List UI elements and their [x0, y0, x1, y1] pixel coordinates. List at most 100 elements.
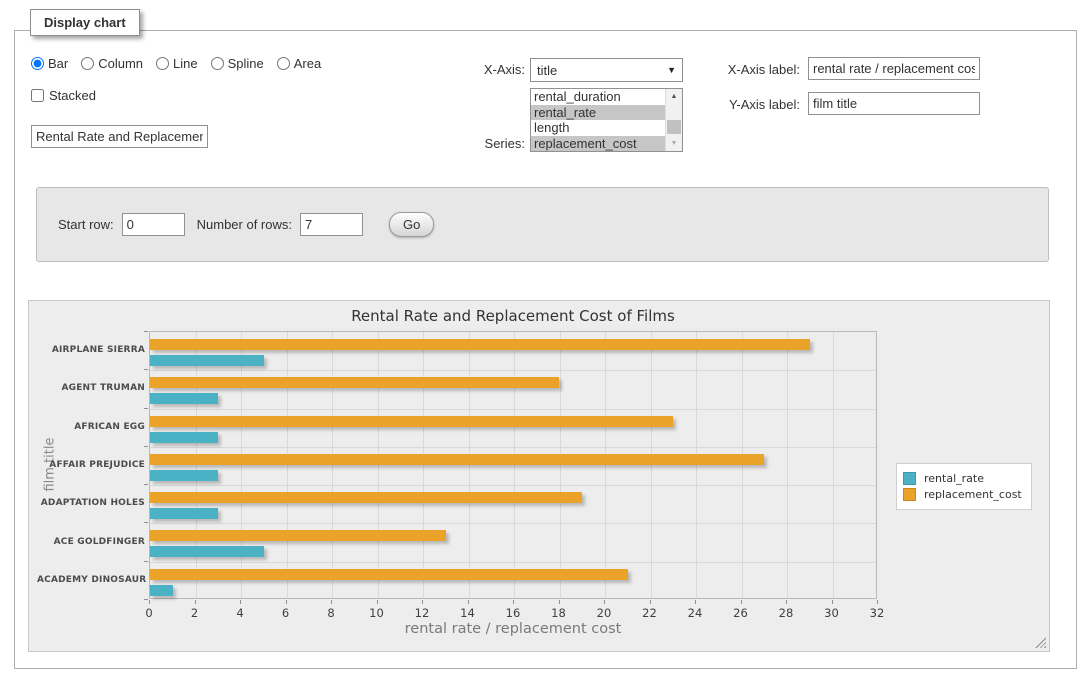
x-tick-label: 12	[407, 606, 437, 620]
x-tick-mark	[741, 600, 742, 604]
x-tick-mark	[286, 600, 287, 604]
bar-rental_rate	[150, 355, 264, 366]
x-tick-label: 32	[862, 606, 892, 620]
stacked-checkbox[interactable]	[31, 89, 44, 102]
bar-rental_rate	[150, 432, 218, 443]
x-axis-select-value: title	[537, 63, 667, 78]
gridline	[378, 332, 379, 598]
x-tick-mark	[832, 600, 833, 604]
bar-replacement_cost	[150, 454, 764, 465]
chart-type-radio-line[interactable]	[156, 57, 169, 70]
legend-swatch-icon	[903, 488, 916, 501]
category-label: ADAPTATION HOLES	[37, 498, 145, 508]
series-option-replacement_cost[interactable]: replacement_cost	[531, 136, 665, 152]
y-tick-mark	[144, 484, 148, 485]
gridline	[560, 332, 561, 598]
series-option-length[interactable]: length	[531, 120, 665, 136]
x-tick-label: 10	[362, 606, 392, 620]
chart-type-radio-spline[interactable]	[211, 57, 224, 70]
bar-replacement_cost	[150, 377, 559, 388]
chart-title-input[interactable]	[31, 125, 208, 148]
go-button[interactable]: Go	[389, 212, 434, 237]
x-axis-label-input[interactable]	[808, 57, 980, 80]
x-tick-label: 16	[498, 606, 528, 620]
bar-rental_rate	[150, 585, 173, 596]
x-tick-label: 28	[771, 606, 801, 620]
series-select-label: Series:	[435, 136, 525, 151]
scroll-up-icon[interactable]: ▲	[666, 89, 682, 104]
chart-type-option-line[interactable]: Line	[156, 56, 198, 71]
scroll-down-icon[interactable]: ▼	[666, 136, 682, 151]
page: Display chart BarColumnLineSplineArea St…	[0, 0, 1081, 681]
series-option-rental_rate[interactable]: rental_rate	[531, 105, 665, 121]
bar-rental_rate	[150, 470, 218, 481]
category-label: AGENT TRUMAN	[37, 383, 145, 393]
gridline	[514, 332, 515, 598]
scrollbar-thumb[interactable]	[667, 120, 681, 134]
y-tick-mark	[144, 369, 148, 370]
x-tick-mark	[149, 600, 150, 604]
gridline	[150, 409, 876, 410]
category-label: AFFAIR PREJUDICE	[37, 460, 145, 470]
series-multiselect[interactable]: rental_durationrental_ratelengthreplacem…	[530, 88, 683, 152]
x-tick-mark	[331, 600, 332, 604]
y-tick-mark	[144, 522, 148, 523]
x-tick-mark	[377, 600, 378, 604]
x-tick-mark	[695, 600, 696, 604]
bar-replacement_cost	[150, 416, 673, 427]
gridline	[469, 332, 470, 598]
x-tick-label: 26	[726, 606, 756, 620]
gridline	[287, 332, 288, 598]
x-tick-label: 0	[134, 606, 164, 620]
chart-title: Rental Rate and Replacement Cost of Film…	[149, 307, 877, 325]
chevron-down-icon: ▼	[667, 65, 676, 75]
series-option-rental_duration[interactable]: rental_duration	[531, 89, 665, 105]
y-tick-mark	[144, 331, 148, 332]
chart-type-radio-bar[interactable]	[31, 57, 44, 70]
x-tick-label: 6	[271, 606, 301, 620]
chart-type-option-column[interactable]: Column	[81, 56, 143, 71]
stacked-label: Stacked	[49, 88, 96, 103]
num-rows-input[interactable]	[300, 213, 363, 236]
y-axis-label-field-label: Y-Axis label:	[700, 97, 800, 112]
chart-type-radio-label: Column	[98, 56, 143, 71]
gridline	[787, 332, 788, 598]
category-label: ACE GOLDFINGER	[37, 537, 145, 547]
chart-container: Rental Rate and Replacement Cost of Film…	[28, 300, 1050, 652]
y-tick-mark	[144, 561, 148, 562]
chart-type-option-area[interactable]: Area	[277, 56, 321, 71]
num-rows-label: Number of rows:	[197, 217, 292, 232]
gridline	[605, 332, 606, 598]
x-axis-select[interactable]: title ▼	[530, 58, 683, 82]
series-scrollbar[interactable]: ▲ ▼	[665, 89, 682, 151]
y-tick-mark	[144, 599, 148, 600]
chart-type-radio-area[interactable]	[277, 57, 290, 70]
start-row-input[interactable]	[122, 213, 185, 236]
legend-label: replacement_cost	[924, 488, 1022, 501]
x-tick-mark	[195, 600, 196, 604]
category-label: ACADEMY DINOSAUR	[37, 575, 145, 585]
x-tick-mark	[513, 600, 514, 604]
x-tick-label: 18	[544, 606, 574, 620]
legend-label: rental_rate	[924, 472, 984, 485]
chart-type-option-bar[interactable]: Bar	[31, 56, 68, 71]
category-label: AFRICAN EGG	[37, 422, 145, 432]
y-axis-label-input[interactable]	[808, 92, 980, 115]
gridline	[150, 370, 876, 371]
gridline	[742, 332, 743, 598]
gridline	[241, 332, 242, 598]
x-tick-label: 4	[225, 606, 255, 620]
bar-rental_rate	[150, 393, 218, 404]
x-tick-label: 8	[316, 606, 346, 620]
x-tick-mark	[786, 600, 787, 604]
x-tick-label: 22	[635, 606, 665, 620]
x-axis-select-label: X-Axis:	[435, 62, 525, 77]
chart-type-radio-column[interactable]	[81, 57, 94, 70]
chart-type-option-spline[interactable]: Spline	[211, 56, 264, 71]
x-tick-label: 2	[180, 606, 210, 620]
start-row-label: Start row:	[58, 217, 114, 232]
legend-swatch-icon	[903, 472, 916, 485]
bar-replacement_cost	[150, 339, 810, 350]
resize-grip-icon[interactable]	[1035, 637, 1046, 648]
plot-area	[149, 331, 877, 599]
